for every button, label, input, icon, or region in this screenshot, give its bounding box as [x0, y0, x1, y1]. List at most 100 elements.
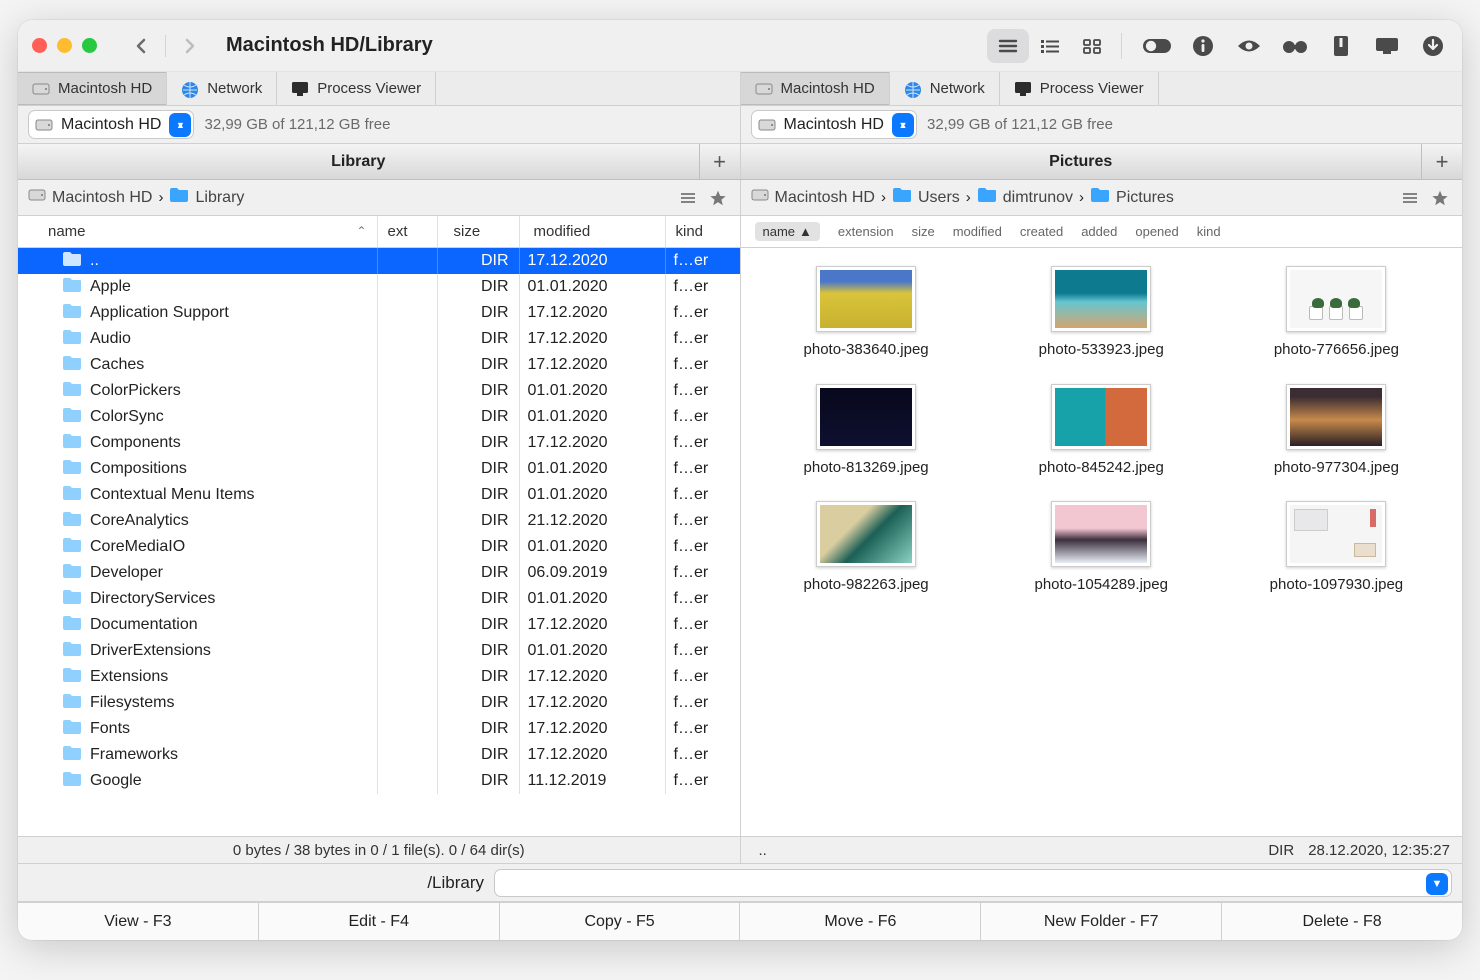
pane-tab[interactable]: Network — [167, 72, 277, 105]
thumbnail-item[interactable]: photo-533923.jpeg — [984, 266, 1219, 360]
col-name[interactable]: name⌃ — [18, 216, 378, 247]
left-volume-bar: Macintosh HD ▲▼ 32,99 GB of 121,12 GB fr… — [18, 106, 740, 143]
sort-col-kind[interactable]: kind — [1197, 224, 1221, 239]
breadcrumb-label: Users — [918, 189, 960, 207]
info-button[interactable] — [1188, 31, 1218, 61]
file-row[interactable]: Apple DIR 01.01.2020 f…er — [18, 274, 740, 300]
breadcrumb-item[interactable]: Pictures — [1090, 187, 1174, 208]
edit-button[interactable]: Edit - F4 — [259, 903, 500, 940]
view-detail-button[interactable] — [1029, 29, 1071, 63]
thumbnail — [1286, 501, 1386, 567]
pane-tab[interactable]: Macintosh HD — [741, 72, 890, 105]
file-row[interactable]: ColorPickers DIR 01.01.2020 f…er — [18, 378, 740, 404]
zoom-button[interactable] — [82, 38, 97, 53]
right-volume-selector[interactable]: Macintosh HD ▲▼ — [751, 110, 917, 139]
pane-tab[interactable]: Process Viewer — [277, 72, 436, 105]
nav-back-button[interactable] — [123, 29, 159, 63]
airdrop-button[interactable] — [1280, 31, 1310, 61]
left-folder-title[interactable]: Library — [18, 144, 700, 179]
delete-button[interactable]: Delete - F8 — [1222, 903, 1462, 940]
thumbnail-item[interactable]: photo-977304.jpeg — [1219, 384, 1454, 478]
archive-button[interactable] — [1326, 31, 1356, 61]
nav-separator — [165, 35, 166, 57]
minimize-button[interactable] — [57, 38, 72, 53]
path-history-button[interactable]: ▼ — [1426, 873, 1448, 895]
file-row[interactable]: ColorSync DIR 01.01.2020 f…er — [18, 404, 740, 430]
file-row[interactable]: Frameworks DIR 17.12.2020 f…er — [18, 742, 740, 768]
file-row[interactable]: Audio DIR 17.12.2020 f…er — [18, 326, 740, 352]
pane-tab[interactable]: Macintosh HD — [18, 72, 167, 105]
thumbnail-item[interactable]: photo-845242.jpeg — [984, 384, 1219, 478]
col-modified[interactable]: modified — [520, 216, 666, 247]
sort-col-opened[interactable]: opened — [1135, 224, 1178, 239]
view-button[interactable]: View - F3 — [18, 903, 259, 940]
file-modified: 01.01.2020 — [520, 482, 666, 508]
file-row[interactable]: Developer DIR 06.09.2019 f…er — [18, 560, 740, 586]
left-new-tab-button[interactable]: + — [700, 144, 740, 179]
thumbnail-item[interactable]: photo-1097930.jpeg — [1219, 501, 1454, 595]
col-size[interactable]: size — [438, 216, 520, 247]
file-row[interactable]: Components DIR 17.12.2020 f…er — [18, 430, 740, 456]
list-mode-icon[interactable] — [1398, 186, 1422, 210]
thumbnail-item[interactable]: photo-813269.jpeg — [749, 384, 984, 478]
breadcrumb-item[interactable]: Users — [892, 187, 960, 208]
right-icon-grid[interactable]: photo-383640.jpegphoto-533923.jpegphoto-… — [741, 248, 1463, 836]
pane-tab[interactable]: Process Viewer — [1000, 72, 1159, 105]
thumbnail-item[interactable]: photo-776656.jpeg — [1219, 266, 1454, 360]
file-row[interactable]: CoreAnalytics DIR 21.12.2020 f…er — [18, 508, 740, 534]
breadcrumb-item[interactable]: dimtrunov — [977, 187, 1073, 208]
pane-tab[interactable]: Network — [890, 72, 1000, 105]
breadcrumb-item[interactable]: Macintosh HD — [28, 187, 152, 208]
file-row[interactable]: Extensions DIR 17.12.2020 f…er — [18, 664, 740, 690]
preview-button[interactable] — [1234, 31, 1264, 61]
file-row[interactable]: Documentation DIR 17.12.2020 f…er — [18, 612, 740, 638]
copy-button[interactable]: Copy - F5 — [500, 903, 741, 940]
thumbnail-item[interactable]: photo-982263.jpeg — [749, 501, 984, 595]
view-list-button[interactable] — [987, 29, 1029, 63]
left-folder-title-wrap: Library + — [18, 144, 740, 179]
file-row[interactable]: DriverExtensions DIR 01.01.2020 f…er — [18, 638, 740, 664]
breadcrumb-item[interactable]: Library — [169, 187, 244, 208]
file-row[interactable]: Filesystems DIR 17.12.2020 f…er — [18, 690, 740, 716]
sort-col-created[interactable]: created — [1020, 224, 1063, 239]
left-file-list[interactable]: .. DIR 17.12.2020 f…er Apple DIR 01.01.2… — [18, 248, 740, 836]
file-row[interactable]: Fonts DIR 17.12.2020 f…er — [18, 716, 740, 742]
thumbnail-item[interactable]: photo-1054289.jpeg — [984, 501, 1219, 595]
download-button[interactable] — [1418, 31, 1448, 61]
file-row[interactable]: CoreMediaIO DIR 01.01.2020 f…er — [18, 534, 740, 560]
right-new-tab-button[interactable]: + — [1422, 144, 1462, 179]
nav-forward-button[interactable] — [172, 29, 208, 63]
share-button[interactable] — [1372, 31, 1402, 61]
sort-col-modified[interactable]: modified — [953, 224, 1002, 239]
favorite-icon[interactable] — [1428, 186, 1452, 210]
view-grid-button[interactable] — [1071, 29, 1113, 63]
new-folder-button[interactable]: New Folder - F7 — [981, 903, 1222, 940]
thumbnail-item[interactable]: photo-383640.jpeg — [749, 266, 984, 360]
hidden-toggle[interactable] — [1142, 31, 1172, 61]
file-row[interactable]: DirectoryServices DIR 01.01.2020 f…er — [18, 586, 740, 612]
sort-col-name[interactable]: name▲ — [755, 222, 820, 241]
file-size: DIR — [438, 742, 520, 768]
close-button[interactable] — [32, 38, 47, 53]
file-kind: f…er — [666, 612, 740, 638]
sort-col-size[interactable]: size — [912, 224, 935, 239]
move-button[interactable]: Move - F6 — [740, 903, 981, 940]
file-row[interactable]: Contextual Menu Items DIR 01.01.2020 f…e… — [18, 482, 740, 508]
favorite-icon[interactable] — [706, 186, 730, 210]
col-kind[interactable]: kind — [666, 216, 740, 247]
file-row[interactable]: Application Support DIR 17.12.2020 f…er — [18, 300, 740, 326]
left-volume-selector[interactable]: Macintosh HD ▲▼ — [28, 110, 194, 139]
breadcrumb-item[interactable]: Macintosh HD — [751, 187, 875, 208]
col-ext[interactable]: ext — [378, 216, 438, 247]
thumbnail — [816, 384, 916, 450]
list-mode-icon[interactable] — [676, 186, 700, 210]
sort-col-extension[interactable]: extension — [838, 224, 894, 239]
right-folder-title[interactable]: Pictures — [741, 144, 1423, 179]
file-row[interactable]: Google DIR 11.12.2019 f…er — [18, 768, 740, 794]
path-input[interactable]: ▼ — [494, 869, 1452, 897]
sort-col-added[interactable]: added — [1081, 224, 1117, 239]
file-row[interactable]: Compositions DIR 01.01.2020 f…er — [18, 456, 740, 482]
file-row[interactable]: Caches DIR 17.12.2020 f…er — [18, 352, 740, 378]
file-size: DIR — [438, 430, 520, 456]
file-row[interactable]: .. DIR 17.12.2020 f…er — [18, 248, 740, 274]
